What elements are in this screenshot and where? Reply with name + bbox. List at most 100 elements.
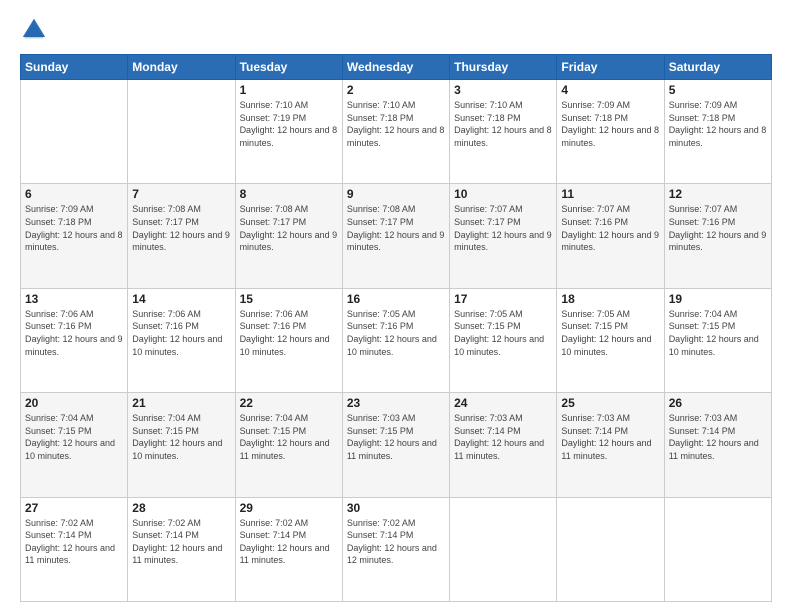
day-number: 1 xyxy=(240,83,338,97)
calendar-week-row: 13 Sunrise: 7:06 AMSunset: 7:16 PMDayligh… xyxy=(21,288,772,392)
day-number: 13 xyxy=(25,292,123,306)
day-info: Sunrise: 7:05 AMSunset: 7:16 PMDaylight:… xyxy=(347,308,445,358)
day-number: 27 xyxy=(25,501,123,515)
calendar-cell: 19 Sunrise: 7:04 AMSunset: 7:15 PMDayligh… xyxy=(664,288,771,392)
calendar-cell: 16 Sunrise: 7:05 AMSunset: 7:16 PMDayligh… xyxy=(342,288,449,392)
day-info: Sunrise: 7:07 AMSunset: 7:17 PMDaylight:… xyxy=(454,203,552,253)
day-info: Sunrise: 7:10 AMSunset: 7:18 PMDaylight:… xyxy=(347,99,445,149)
calendar-cell: 23Sunrise: 7:03 AMSunset: 7:15 PMDayligh… xyxy=(342,393,449,497)
day-info: Sunrise: 7:09 AMSunset: 7:18 PMDaylight:… xyxy=(25,203,123,253)
calendar-week-row: 1 Sunrise: 7:10 AMSunset: 7:19 PMDaylight… xyxy=(21,80,772,184)
calendar-cell xyxy=(664,497,771,601)
weekday-header: Friday xyxy=(557,55,664,80)
day-number: 4 xyxy=(561,83,659,97)
day-number: 12 xyxy=(669,187,767,201)
day-info: Sunrise: 7:02 AMSunset: 7:14 PMDaylight:… xyxy=(240,517,338,567)
calendar-cell: 26 Sunrise: 7:03 AMSunset: 7:14 PMDayligh… xyxy=(664,393,771,497)
page: SundayMondayTuesdayWednesdayThursdayFrid… xyxy=(0,0,792,612)
day-number: 15 xyxy=(240,292,338,306)
day-number: 10 xyxy=(454,187,552,201)
day-number: 11 xyxy=(561,187,659,201)
day-info: Sunrise: 7:04 AMSunset: 7:15 PMDaylight:… xyxy=(132,412,230,462)
day-info: Sunrise: 7:03 AMSunset: 7:14 PMDaylight:… xyxy=(669,412,767,462)
day-info: Sunrise: 7:06 AMSunset: 7:16 PMDaylight:… xyxy=(132,308,230,358)
calendar-cell: 5 Sunrise: 7:09 AMSunset: 7:18 PMDaylight… xyxy=(664,80,771,184)
calendar-cell: 10 Sunrise: 7:07 AMSunset: 7:17 PMDayligh… xyxy=(450,184,557,288)
calendar-week-row: 6 Sunrise: 7:09 AMSunset: 7:18 PMDaylight… xyxy=(21,184,772,288)
day-number: 26 xyxy=(669,396,767,410)
day-info: Sunrise: 7:03 AMSunset: 7:15 PMDaylight:… xyxy=(347,412,445,462)
calendar-cell xyxy=(557,497,664,601)
day-number: 5 xyxy=(669,83,767,97)
day-info: Sunrise: 7:07 AMSunset: 7:16 PMDaylight:… xyxy=(561,203,659,253)
day-info: Sunrise: 7:09 AMSunset: 7:18 PMDaylight:… xyxy=(561,99,659,149)
calendar-cell: 9 Sunrise: 7:08 AMSunset: 7:17 PMDaylight… xyxy=(342,184,449,288)
calendar-header-row: SundayMondayTuesdayWednesdayThursdayFrid… xyxy=(21,55,772,80)
day-number: 24 xyxy=(454,396,552,410)
calendar-cell xyxy=(450,497,557,601)
calendar-cell: 20 Sunrise: 7:04 AMSunset: 7:15 PMDayligh… xyxy=(21,393,128,497)
calendar-cell: 27 Sunrise: 7:02 AMSunset: 7:14 PMDayligh… xyxy=(21,497,128,601)
calendar-cell: 14Sunrise: 7:06 AMSunset: 7:16 PMDayligh… xyxy=(128,288,235,392)
calendar-cell: 18 Sunrise: 7:05 AMSunset: 7:15 PMDayligh… xyxy=(557,288,664,392)
day-number: 6 xyxy=(25,187,123,201)
weekday-header: Tuesday xyxy=(235,55,342,80)
weekday-header: Wednesday xyxy=(342,55,449,80)
weekday-header: Thursday xyxy=(450,55,557,80)
logo xyxy=(20,16,52,44)
day-info: Sunrise: 7:06 AMSunset: 7:16 PMDaylight:… xyxy=(25,308,123,358)
day-number: 2 xyxy=(347,83,445,97)
day-number: 7 xyxy=(132,187,230,201)
calendar-cell: 1 Sunrise: 7:10 AMSunset: 7:19 PMDaylight… xyxy=(235,80,342,184)
day-info: Sunrise: 7:02 AMSunset: 7:14 PMDaylight:… xyxy=(25,517,123,567)
calendar-cell: 2 Sunrise: 7:10 AMSunset: 7:18 PMDaylight… xyxy=(342,80,449,184)
day-number: 18 xyxy=(561,292,659,306)
day-info: Sunrise: 7:02 AMSunset: 7:14 PMDaylight:… xyxy=(132,517,230,567)
day-info: Sunrise: 7:08 AMSunset: 7:17 PMDaylight:… xyxy=(347,203,445,253)
day-number: 19 xyxy=(669,292,767,306)
calendar-cell: 7 Sunrise: 7:08 AMSunset: 7:17 PMDaylight… xyxy=(128,184,235,288)
day-info: Sunrise: 7:10 AMSunset: 7:19 PMDaylight:… xyxy=(240,99,338,149)
calendar-cell: 22Sunrise: 7:04 AMSunset: 7:15 PMDayligh… xyxy=(235,393,342,497)
weekday-header: Saturday xyxy=(664,55,771,80)
day-info: Sunrise: 7:07 AMSunset: 7:16 PMDaylight:… xyxy=(669,203,767,253)
calendar-cell: 30Sunrise: 7:02 AMSunset: 7:14 PMDayligh… xyxy=(342,497,449,601)
logo-icon xyxy=(20,16,48,44)
day-number: 17 xyxy=(454,292,552,306)
header xyxy=(20,16,772,44)
day-info: Sunrise: 7:05 AMSunset: 7:15 PMDaylight:… xyxy=(561,308,659,358)
day-number: 8 xyxy=(240,187,338,201)
weekday-header: Sunday xyxy=(21,55,128,80)
calendar-cell: 24 Sunrise: 7:03 AMSunset: 7:14 PMDayligh… xyxy=(450,393,557,497)
day-number: 25 xyxy=(561,396,659,410)
day-info: Sunrise: 7:09 AMSunset: 7:18 PMDaylight:… xyxy=(669,99,767,149)
calendar-cell: 8 Sunrise: 7:08 AMSunset: 7:17 PMDaylight… xyxy=(235,184,342,288)
day-info: Sunrise: 7:03 AMSunset: 7:14 PMDaylight:… xyxy=(561,412,659,462)
calendar-cell: 12 Sunrise: 7:07 AMSunset: 7:16 PMDayligh… xyxy=(664,184,771,288)
calendar-cell: 11 Sunrise: 7:07 AMSunset: 7:16 PMDayligh… xyxy=(557,184,664,288)
calendar-cell: 21Sunrise: 7:04 AMSunset: 7:15 PMDayligh… xyxy=(128,393,235,497)
day-number: 16 xyxy=(347,292,445,306)
day-info: Sunrise: 7:04 AMSunset: 7:15 PMDaylight:… xyxy=(669,308,767,358)
day-info: Sunrise: 7:08 AMSunset: 7:17 PMDaylight:… xyxy=(132,203,230,253)
day-info: Sunrise: 7:04 AMSunset: 7:15 PMDaylight:… xyxy=(25,412,123,462)
day-info: Sunrise: 7:03 AMSunset: 7:14 PMDaylight:… xyxy=(454,412,552,462)
day-number: 22 xyxy=(240,396,338,410)
calendar-cell: 15 Sunrise: 7:06 AMSunset: 7:16 PMDayligh… xyxy=(235,288,342,392)
calendar-cell: 6 Sunrise: 7:09 AMSunset: 7:18 PMDaylight… xyxy=(21,184,128,288)
weekday-header: Monday xyxy=(128,55,235,80)
day-number: 29 xyxy=(240,501,338,515)
calendar-cell: 17 Sunrise: 7:05 AMSunset: 7:15 PMDayligh… xyxy=(450,288,557,392)
day-info: Sunrise: 7:05 AMSunset: 7:15 PMDaylight:… xyxy=(454,308,552,358)
calendar-cell xyxy=(21,80,128,184)
day-number: 9 xyxy=(347,187,445,201)
calendar-week-row: 20 Sunrise: 7:04 AMSunset: 7:15 PMDayligh… xyxy=(21,393,772,497)
day-info: Sunrise: 7:08 AMSunset: 7:17 PMDaylight:… xyxy=(240,203,338,253)
day-info: Sunrise: 7:10 AMSunset: 7:18 PMDaylight:… xyxy=(454,99,552,149)
calendar-cell: 28Sunrise: 7:02 AMSunset: 7:14 PMDayligh… xyxy=(128,497,235,601)
calendar-cell: 3Sunrise: 7:10 AMSunset: 7:18 PMDaylight… xyxy=(450,80,557,184)
day-info: Sunrise: 7:06 AMSunset: 7:16 PMDaylight:… xyxy=(240,308,338,358)
calendar-table: SundayMondayTuesdayWednesdayThursdayFrid… xyxy=(20,54,772,602)
day-number: 20 xyxy=(25,396,123,410)
calendar-cell xyxy=(128,80,235,184)
